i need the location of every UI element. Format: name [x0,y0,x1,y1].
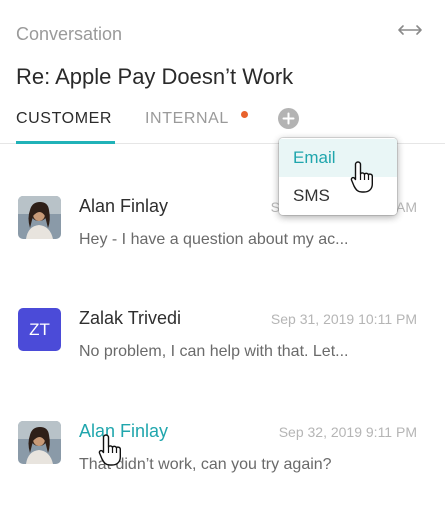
avatar [18,196,61,239]
avatar [18,421,61,464]
active-tab-underline [16,141,115,144]
avatar-initials: ZT [18,308,61,351]
message-preview: Hey - I have a question about my ac... [79,231,349,248]
conversation-title: Re: Apple Pay Doesn’t Work [16,64,294,89]
conversation-label: Conversation [16,24,123,44]
add-channel-button[interactable] [278,108,299,129]
conversation-item[interactable]: ZT Zalak Trivedi Sep 31, 2019 10:11 PM N… [0,308,445,398]
message-preview: No problem, I can help with that. Let... [79,343,349,360]
plus-icon [282,112,295,125]
expand-arrows-icon[interactable] [397,20,423,40]
tab-customer[interactable]: CUSTOMER [16,110,112,128]
hand-cursor-icon [350,161,373,193]
hand-cursor-icon [98,434,121,466]
timestamp: Sep 32, 2019 9:11 PM [278,424,417,440]
conversation-item[interactable]: Alan Finlay Sep 32, 2019 9:11 PM That di… [0,421,445,511]
conversation-item[interactable]: Alan Finlay Sep 30, 2019 10:10 AM Hey - … [0,196,445,286]
dropdown-item-email[interactable]: Email [279,139,397,177]
contact-name: Zalak Trivedi [79,308,182,328]
tab-internal[interactable]: INTERNAL [145,110,229,128]
timestamp: Sep 30, 2019 10:10 AM [270,199,417,215]
notification-dot [241,111,248,118]
contact-name: Alan Finlay [79,196,169,216]
timestamp: Sep 31, 2019 10:11 PM [270,311,417,327]
